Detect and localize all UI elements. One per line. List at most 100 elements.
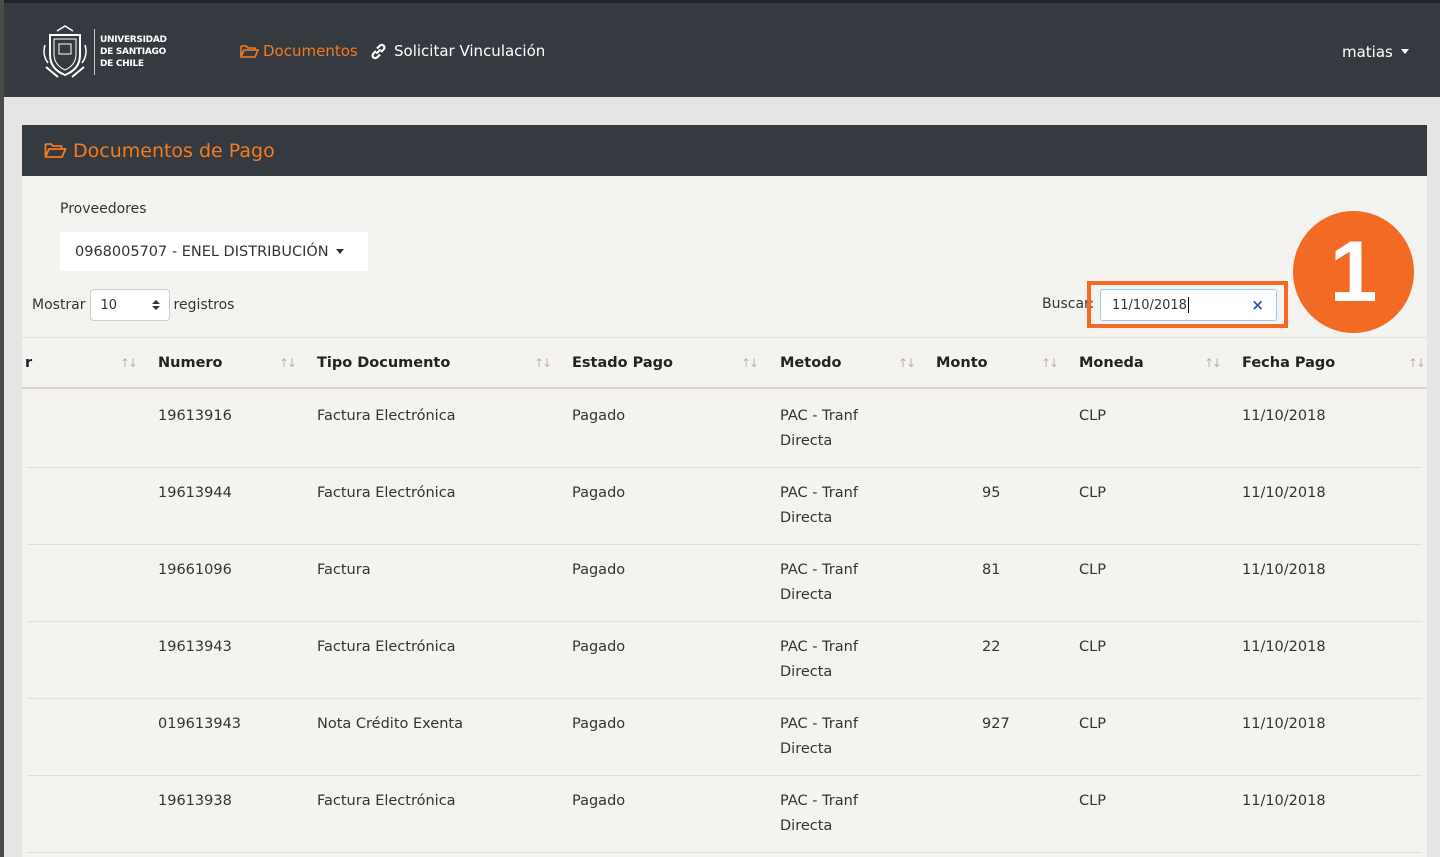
user-menu-toggle[interactable]: matias — [1342, 43, 1409, 61]
documentos-card: Documentos de Pago Proveedores 096800570… — [22, 125, 1427, 857]
cell-fecha: 11/10/2018 — [1242, 639, 1326, 655]
card-title: Documentos de Pago — [73, 139, 275, 162]
cell-numero: 019613943 — [158, 716, 242, 732]
cell-metodo: PAC - Tranf Directa — [780, 712, 858, 762]
nav-vinculacion-label: Solicitar Vinculación — [394, 42, 546, 60]
cell-metodo-line1: PAC - Tranf — [780, 639, 858, 655]
cell-metodo-line2: Directa — [780, 741, 833, 757]
annotation-highlight-box — [1087, 281, 1288, 328]
column-header-monto[interactable]: Monto — [936, 355, 988, 371]
sort-icon[interactable]: ↑↓ — [898, 356, 916, 370]
cell-estado: Pagado — [572, 716, 626, 732]
column-header-moneda[interactable]: Moneda — [1079, 355, 1144, 371]
folder-open-icon — [240, 44, 259, 58]
cell-tipo: Factura — [317, 562, 371, 578]
cell-numero: 19661096 — [158, 562, 232, 578]
column-header-r[interactable]: r — [25, 355, 32, 371]
cell-metodo: PAC - Tranf Directa — [780, 635, 858, 685]
user-name: matias — [1342, 43, 1393, 61]
cell-moneda: CLP — [1079, 716, 1106, 732]
column-header-numero[interactable]: Numero — [158, 355, 223, 371]
nav-documentos-label: Documentos — [263, 42, 358, 60]
sort-icon[interactable]: ↑↓ — [1041, 356, 1059, 370]
table-row[interactable]: 019613943 Nota Crédito Exenta Pagado PAC… — [27, 699, 1422, 776]
cell-estado: Pagado — [572, 562, 626, 578]
table-row[interactable]: 19613916 Factura Electrónica Pagado PAC … — [27, 391, 1422, 468]
cell-tipo: Factura Electrónica — [317, 793, 456, 809]
nav-documentos-link[interactable]: Documentos — [240, 42, 358, 60]
university-logo[interactable]: UNIVERSIDAD DE SANTIAGO DE CHILE — [42, 25, 167, 79]
page-length-control: Mostrar 10 registros — [32, 289, 234, 321]
sort-icon[interactable]: ↑↓ — [741, 356, 759, 370]
cell-moneda: CLP — [1079, 639, 1106, 655]
cell-metodo-line2: Directa — [780, 818, 833, 834]
cell-metodo-line1: PAC - Tranf — [780, 485, 858, 501]
cell-metodo-line1: PAC - Tranf — [780, 562, 858, 578]
cell-tipo: Nota Crédito Exenta — [317, 716, 463, 732]
cell-monto: 22 — [982, 639, 1001, 655]
cell-metodo-line2: Directa — [780, 587, 833, 603]
cell-moneda: CLP — [1079, 562, 1106, 578]
link-icon — [371, 43, 386, 59]
proveedor-dropdown[interactable]: 0968005707 - ENEL DISTRIBUCIÓN — [60, 232, 368, 271]
table-row[interactable]: 19661096 Factura Pagado PAC - Tranf Direc… — [27, 545, 1422, 622]
cell-estado: Pagado — [572, 408, 626, 424]
column-header-estado[interactable]: Estado Pago — [572, 355, 673, 371]
cell-metodo-line1: PAC - Tranf — [780, 408, 858, 424]
cell-fecha: 11/10/2018 — [1242, 485, 1326, 501]
cell-fecha: 11/10/2018 — [1242, 408, 1326, 424]
sort-icon[interactable]: ↑↓ — [1204, 356, 1222, 370]
cell-fecha: 11/10/2018 — [1242, 562, 1326, 578]
sort-icon[interactable]: ↑↓ — [120, 356, 138, 370]
cell-moneda: CLP — [1079, 793, 1106, 809]
cell-estado: Pagado — [572, 639, 626, 655]
registros-label: registros — [173, 297, 235, 313]
table-header: r ↑↓ Numero ↑↓ Tipo Documento ↑↓ Estado … — [22, 337, 1427, 389]
cell-fecha: 11/10/2018 — [1242, 716, 1326, 732]
column-header-tipo[interactable]: Tipo Documento — [317, 355, 450, 371]
nav-vinculacion-link[interactable]: Solicitar Vinculación — [370, 42, 545, 60]
cell-numero: 19613944 — [158, 485, 232, 501]
cell-numero: 19613938 — [158, 793, 232, 809]
cell-metodo-line1: PAC - Tranf — [780, 716, 858, 732]
cell-moneda: CLP — [1079, 485, 1106, 501]
proveedor-selected: 0968005707 - ENEL DISTRIBUCIÓN — [75, 243, 329, 260]
cell-monto: 95 — [982, 485, 1001, 501]
select-arrows-icon — [151, 300, 160, 310]
cell-numero: 19613943 — [158, 639, 232, 655]
annotation-step-badge: 1 — [1293, 211, 1414, 333]
mostrar-label: Mostrar — [32, 297, 86, 313]
sort-icon[interactable]: ↑↓ — [279, 356, 297, 370]
column-header-metodo[interactable]: Metodo — [780, 355, 842, 371]
left-edge-strip — [0, 0, 4, 857]
cell-metodo: PAC - Tranf Directa — [780, 789, 858, 839]
cell-metodo: PAC - Tranf Directa — [780, 481, 858, 531]
cell-metodo-line2: Directa — [780, 664, 833, 680]
cell-monto: 927 — [982, 716, 1010, 732]
cell-metodo: PAC - Tranf Directa — [780, 558, 858, 608]
table-row[interactable]: 19613943 Factura Electrónica Pagado PAC … — [27, 622, 1422, 699]
column-header-fecha[interactable]: Fecha Pago — [1242, 355, 1335, 371]
cell-metodo: PAC - Tranf Directa — [780, 404, 858, 454]
cell-tipo: Factura Electrónica — [317, 639, 456, 655]
page-length-select[interactable]: 10 — [89, 289, 170, 321]
logo-line-1: UNIVERSIDAD — [100, 35, 167, 45]
logo-line-2: DE SANTIAGO — [100, 47, 166, 57]
cell-metodo-line2: Directa — [780, 433, 833, 449]
table-row[interactable]: 19613938 Factura Electrónica Pagado PAC … — [27, 776, 1422, 853]
cell-numero: 19613916 — [158, 408, 232, 424]
proveedores-label: Proveedores — [60, 201, 147, 217]
sort-icon[interactable]: ↑↓ — [1408, 356, 1426, 370]
cell-estado: Pagado — [572, 485, 626, 501]
table-row[interactable]: 19613944 Factura Electrónica Pagado PAC … — [27, 468, 1422, 545]
crest-icon — [43, 25, 87, 78]
caret-down-icon — [335, 249, 344, 254]
caret-down-icon — [1400, 48, 1409, 54]
cell-monto: 81 — [982, 562, 1001, 578]
sort-icon[interactable]: ↑↓ — [534, 356, 552, 370]
cell-fecha: 11/10/2018 — [1242, 793, 1326, 809]
card-header: Documentos de Pago — [22, 125, 1427, 176]
folder-open-icon — [44, 143, 67, 158]
cell-tipo: Factura Electrónica — [317, 485, 456, 501]
logo-line-3: DE CHILE — [100, 59, 144, 69]
